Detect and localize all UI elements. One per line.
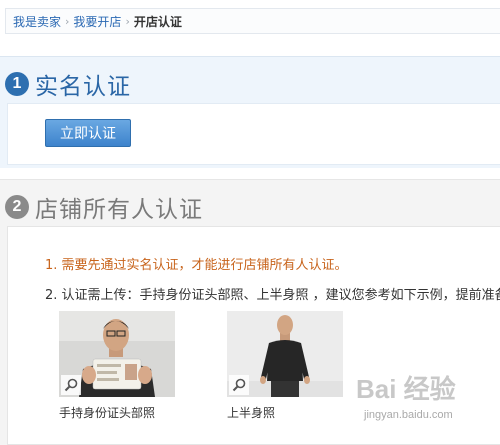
- real-name-verification-section: 1 实名认证: [0, 56, 500, 168]
- section-title: 店铺所有人认证: [35, 197, 203, 223]
- breadcrumb-link-seller[interactable]: 我是卖家: [13, 13, 61, 30]
- breadcrumb-separator: ›: [125, 14, 130, 28]
- step-number-badge: 2: [5, 195, 29, 219]
- example-caption: 手持身份证头部照: [59, 406, 156, 420]
- example-photo-id-headshot[interactable]: [59, 311, 175, 397]
- baidu-jingyan-watermark: Bai 经验 jingyan.baidu.com: [356, 369, 496, 435]
- upload-requirements-text: 2. 认证需上传：手持身份证头部照、上半身照 ，建议您参考如下示例，提前准备: [45, 288, 500, 303]
- watermark-url: jingyan.baidu.com: [364, 409, 453, 421]
- watermark-logo: Bai 经验: [356, 374, 456, 404]
- section-header: 1 实名认证: [5, 67, 131, 101]
- step-number-badge: 1: [5, 72, 29, 96]
- magnifier-icon: [232, 378, 246, 392]
- zoom-icon[interactable]: [229, 375, 249, 395]
- breadcrumb-separator: ›: [65, 14, 70, 28]
- section-header: 2 店铺所有人认证: [5, 190, 203, 224]
- example-photo-upper-body[interactable]: [227, 311, 343, 397]
- magnifier-icon: [64, 378, 78, 392]
- prerequisite-notice: 1. 需要先通过实名认证，才能进行店铺所有人认证。: [45, 258, 348, 273]
- breadcrumb-link-open-shop[interactable]: 我要开店: [73, 13, 121, 30]
- breadcrumb: 我是卖家 › 我要开店 › 开店认证: [5, 8, 500, 34]
- example-caption: 上半身照: [227, 406, 276, 420]
- section-title: 实名认证: [35, 74, 131, 100]
- zoom-icon[interactable]: [61, 375, 81, 395]
- breadcrumb-current: 开店认证: [133, 14, 182, 29]
- verify-now-button[interactable]: 立即认证: [45, 119, 131, 147]
